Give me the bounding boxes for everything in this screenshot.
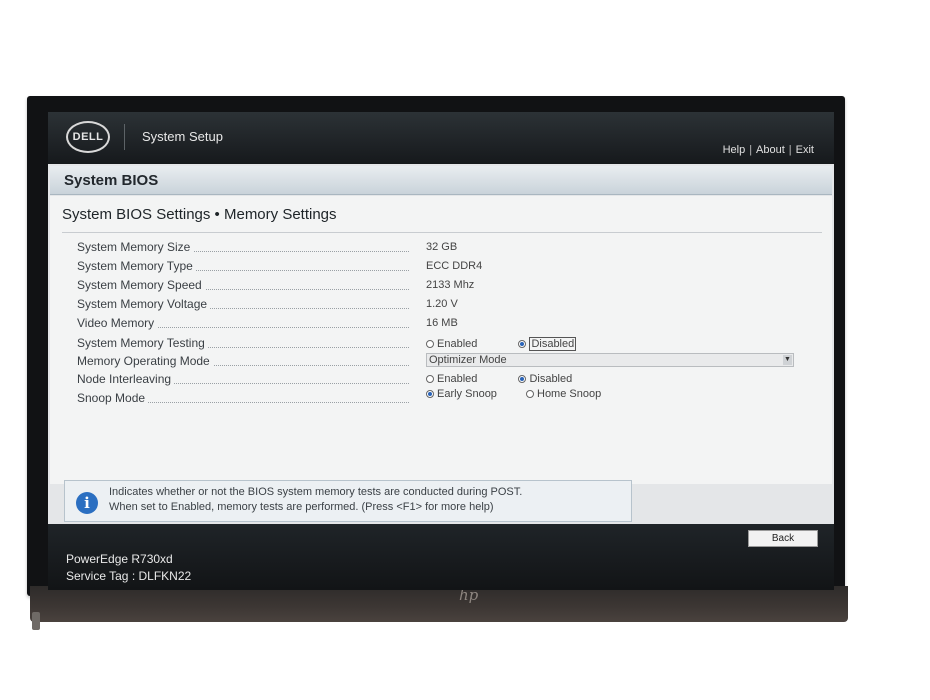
setting-row-memory-type: System Memory Type ECC DDR4 xyxy=(77,259,827,277)
app-title: System Setup xyxy=(142,129,223,144)
settings-panel: System BIOS Settings • Memory Settings S… xyxy=(50,196,832,484)
radio-button-selected-icon xyxy=(518,340,527,348)
radio-label: Home Snoop xyxy=(537,388,602,400)
memory-operating-mode-select[interactable]: Optimizer Mode ▼ xyxy=(426,353,794,367)
setting-label: Video Memory xyxy=(77,316,158,330)
radio-button-icon xyxy=(426,340,434,348)
link-separator: | xyxy=(788,144,792,156)
radio-button-selected-icon xyxy=(518,375,527,383)
title-divider xyxy=(62,232,822,233)
radio-group-memory-testing: Enabled Disabled xyxy=(426,337,577,351)
setting-label: System Memory Type xyxy=(77,259,196,273)
setting-value: ECC DDR4 xyxy=(426,260,483,272)
monitor-foot xyxy=(32,612,40,630)
setting-value: 32 GB xyxy=(426,241,458,253)
setting-row-snoop-mode: Snoop Mode Early Snoop Home Snoop xyxy=(77,388,827,409)
section-title: System BIOS xyxy=(64,172,159,189)
setting-label: Snoop Mode xyxy=(77,391,149,405)
dropdown-arrow-icon[interactable]: ▼ xyxy=(783,355,792,365)
setting-label: System Memory Testing xyxy=(77,336,208,350)
setting-value: 2133 Mhz xyxy=(426,279,475,291)
exit-link[interactable]: Exit xyxy=(796,144,814,156)
radio-home-snoop[interactable]: Home Snoop xyxy=(526,388,601,400)
link-separator: | xyxy=(749,144,753,156)
radio-button-selected-icon xyxy=(426,390,434,398)
bottom-bar: Back PowerEdge R730xd Service Tag : DLFK… xyxy=(48,524,834,590)
about-link[interactable]: About xyxy=(756,144,785,156)
section-header: System BIOS xyxy=(50,166,832,195)
setting-row-memory-speed: System Memory Speed 2133 Mhz xyxy=(77,278,827,296)
setting-row-memory-size: System Memory Size 32 GB xyxy=(77,240,827,258)
help-box: i Indicates whether or not the BIOS syst… xyxy=(64,480,632,522)
radio-group-node-interleaving: Enabled Disabled xyxy=(426,373,572,386)
setting-label: System Memory Voltage xyxy=(77,297,211,311)
radio-node-interleaving-enabled[interactable]: Enabled xyxy=(426,373,477,385)
dell-logo: DELL xyxy=(66,121,110,153)
help-text: Indicates whether or not the BIOS system… xyxy=(109,485,522,515)
setting-row-memory-voltage: System Memory Voltage 1.20 V xyxy=(77,297,827,315)
select-value: Optimizer Mode xyxy=(429,354,507,366)
setting-label: System Memory Size xyxy=(77,240,194,254)
radio-node-interleaving-disabled[interactable]: Disabled xyxy=(518,373,572,385)
radio-group-snoop-mode: Early Snoop Home Snoop xyxy=(426,388,601,401)
help-area: i Indicates whether or not the BIOS syst… xyxy=(50,480,832,528)
radio-label: Disabled xyxy=(529,337,577,351)
help-link[interactable]: Help xyxy=(723,144,746,156)
setting-row-memory-testing: System Memory Testing Enabled Disabled xyxy=(77,336,827,354)
radio-label: Disabled xyxy=(529,373,573,385)
top-bar: DELL System Setup Help | About | Exit xyxy=(48,112,834,164)
back-button[interactable]: Back xyxy=(748,530,818,547)
radio-button-icon xyxy=(526,390,534,398)
radio-label: Enabled xyxy=(437,338,478,350)
top-links: Help | About | Exit xyxy=(723,144,814,156)
help-line-2: When set to Enabled, memory tests are pe… xyxy=(109,501,494,513)
radio-memory-testing-disabled[interactable]: Disabled xyxy=(518,337,577,351)
monitor-chin xyxy=(30,586,848,622)
radio-early-snoop[interactable]: Early Snoop xyxy=(426,388,497,400)
help-line-1: Indicates whether or not the BIOS system… xyxy=(109,486,523,498)
setting-value: 1.20 V xyxy=(426,298,458,310)
setting-row-video-memory: Video Memory 16 MB xyxy=(77,316,827,334)
setting-row-memory-operating-mode: Memory Operating Mode Optimizer Mode ▼ xyxy=(77,353,827,372)
service-tag: Service Tag : DLFKN22 xyxy=(66,569,192,583)
radio-label: Early Snoop xyxy=(437,388,497,400)
setting-value: 16 MB xyxy=(426,317,458,329)
info-icon: i xyxy=(76,492,98,514)
system-model: PowerEdge R730xd xyxy=(66,552,173,566)
setting-label: System Memory Speed xyxy=(77,278,205,292)
setting-label: Node Interleaving xyxy=(77,372,175,386)
radio-label: Enabled xyxy=(437,373,478,385)
page-title: System BIOS Settings • Memory Settings xyxy=(62,206,337,223)
bios-screen: DELL System Setup Help | About | Exit System… xyxy=(48,112,834,590)
top-bar-divider xyxy=(124,124,125,150)
radio-memory-testing-enabled[interactable]: Enabled xyxy=(426,338,477,350)
setting-label: Memory Operating Mode xyxy=(77,354,213,368)
radio-button-icon xyxy=(426,375,434,383)
